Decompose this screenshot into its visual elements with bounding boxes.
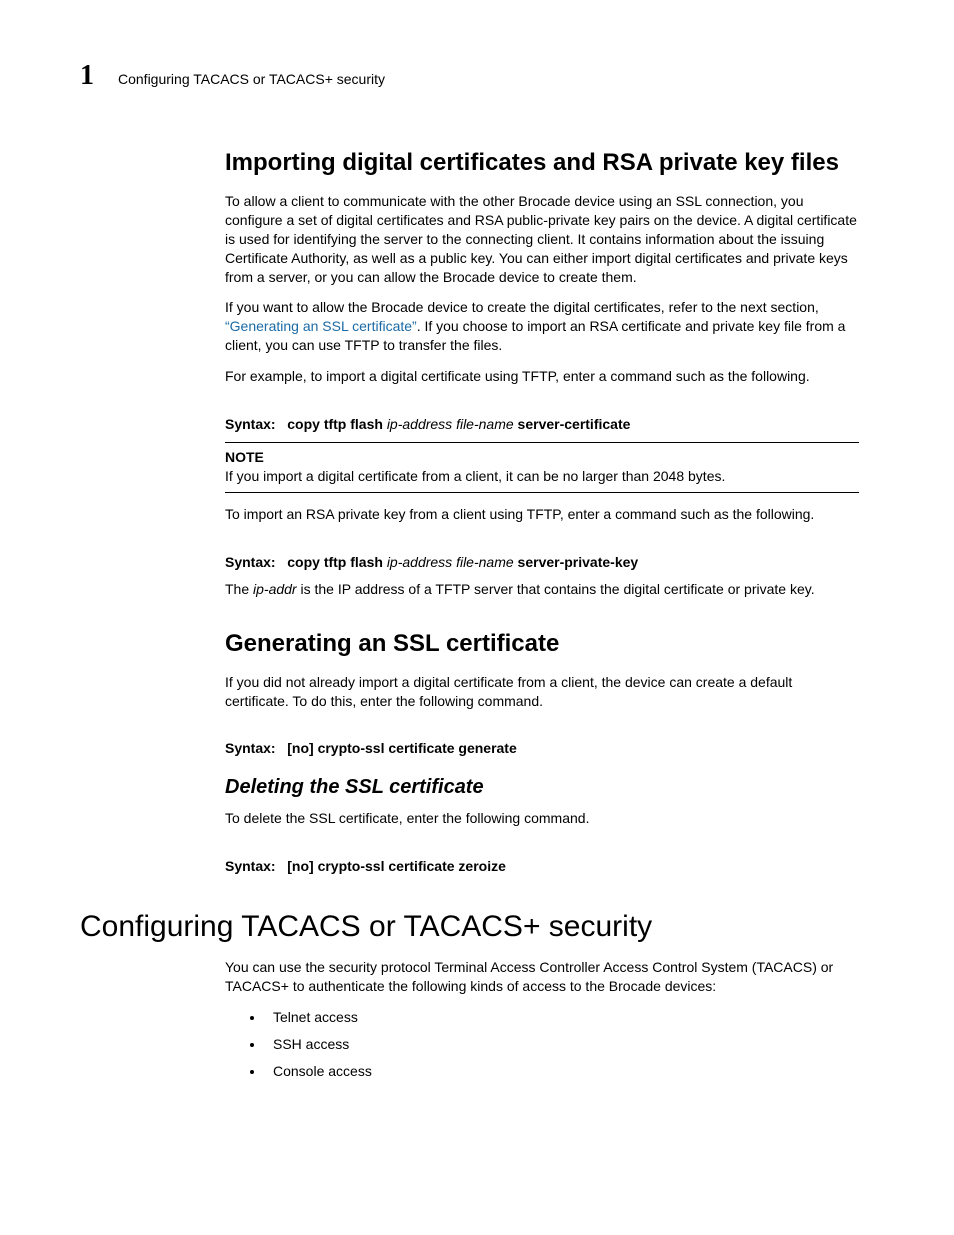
note-body: If you import a digital certificate from… [225,467,859,486]
note-label: NOTE [225,449,859,465]
tacacs-content: You can use the security protocol Termin… [225,958,859,1080]
link-generating-ssl[interactable]: “Generating an SSL certificate” [225,318,417,334]
note-block: NOTE If you import a digital certificate… [225,442,859,493]
syntax-label: Syntax: [225,416,276,432]
content-column: Importing digital certificates and RSA p… [225,148,859,874]
page: 1 Configuring TACACS or TACACS+ security… [0,0,954,1149]
syntax-line-server-certificate: Syntax: copy tftp flash ip-address file-… [225,416,859,432]
import-paragraph-4: To import an RSA private key from a clie… [225,505,859,524]
import-paragraph-2: If you want to allow the Brocade device … [225,298,859,355]
import-paragraph-3: For example, to import a digital certifi… [225,367,859,386]
syntax-command: copy tftp flash [287,416,383,432]
syntax-tail: server-private-key [518,554,639,570]
inline-italic: ip-addr [253,581,297,597]
page-header: 1 Configuring TACACS or TACACS+ security [80,60,874,92]
text: If you want to allow the Brocade device … [225,299,819,315]
import-paragraph-1: To allow a client to communicate with th… [225,192,859,286]
import-paragraph-5: The ip-addr is the IP address of a TFTP … [225,580,859,599]
list-item: Console access [265,1062,859,1081]
list-item: Telnet access [265,1008,859,1027]
text: The [225,581,253,597]
syntax-tail: server-certificate [518,416,631,432]
syntax-line-generate: Syntax: [no] crypto-ssl certificate gene… [225,740,859,756]
syntax-label: Syntax: [225,554,276,570]
syntax-args: ip-address file-name [387,416,514,432]
text: is the IP address of a TFTP server that … [297,581,815,597]
tacacs-bullet-list: Telnet access SSH access Console access [225,1008,859,1081]
running-head: Configuring TACACS or TACACS+ security [118,71,385,87]
syntax-line-server-private-key: Syntax: copy tftp flash ip-address file-… [225,554,859,570]
heading-deleting-ssl: Deleting the SSL certificate [225,776,859,799]
chapter-number: 1 [80,60,94,92]
list-item: SSH access [265,1035,859,1054]
heading-tacacs: Configuring TACACS or TACACS+ security [80,910,874,944]
syntax-label: Syntax: [225,740,276,756]
del-paragraph-1: To delete the SSL certificate, enter the… [225,809,859,828]
gen-paragraph-1: If you did not already import a digital … [225,673,859,711]
syntax-label: Syntax: [225,858,276,874]
tacacs-paragraph-1: You can use the security protocol Termin… [225,958,859,996]
heading-generating-ssl: Generating an SSL certificate [225,629,859,659]
syntax-command: copy tftp flash [287,554,383,570]
heading-import-certs: Importing digital certificates and RSA p… [225,148,859,178]
syntax-command: [no] crypto-ssl certificate zeroize [287,858,506,874]
syntax-line-zeroize: Syntax: [no] crypto-ssl certificate zero… [225,858,859,874]
syntax-args: ip-address file-name [387,554,514,570]
syntax-command: [no] crypto-ssl certificate generate [287,740,517,756]
